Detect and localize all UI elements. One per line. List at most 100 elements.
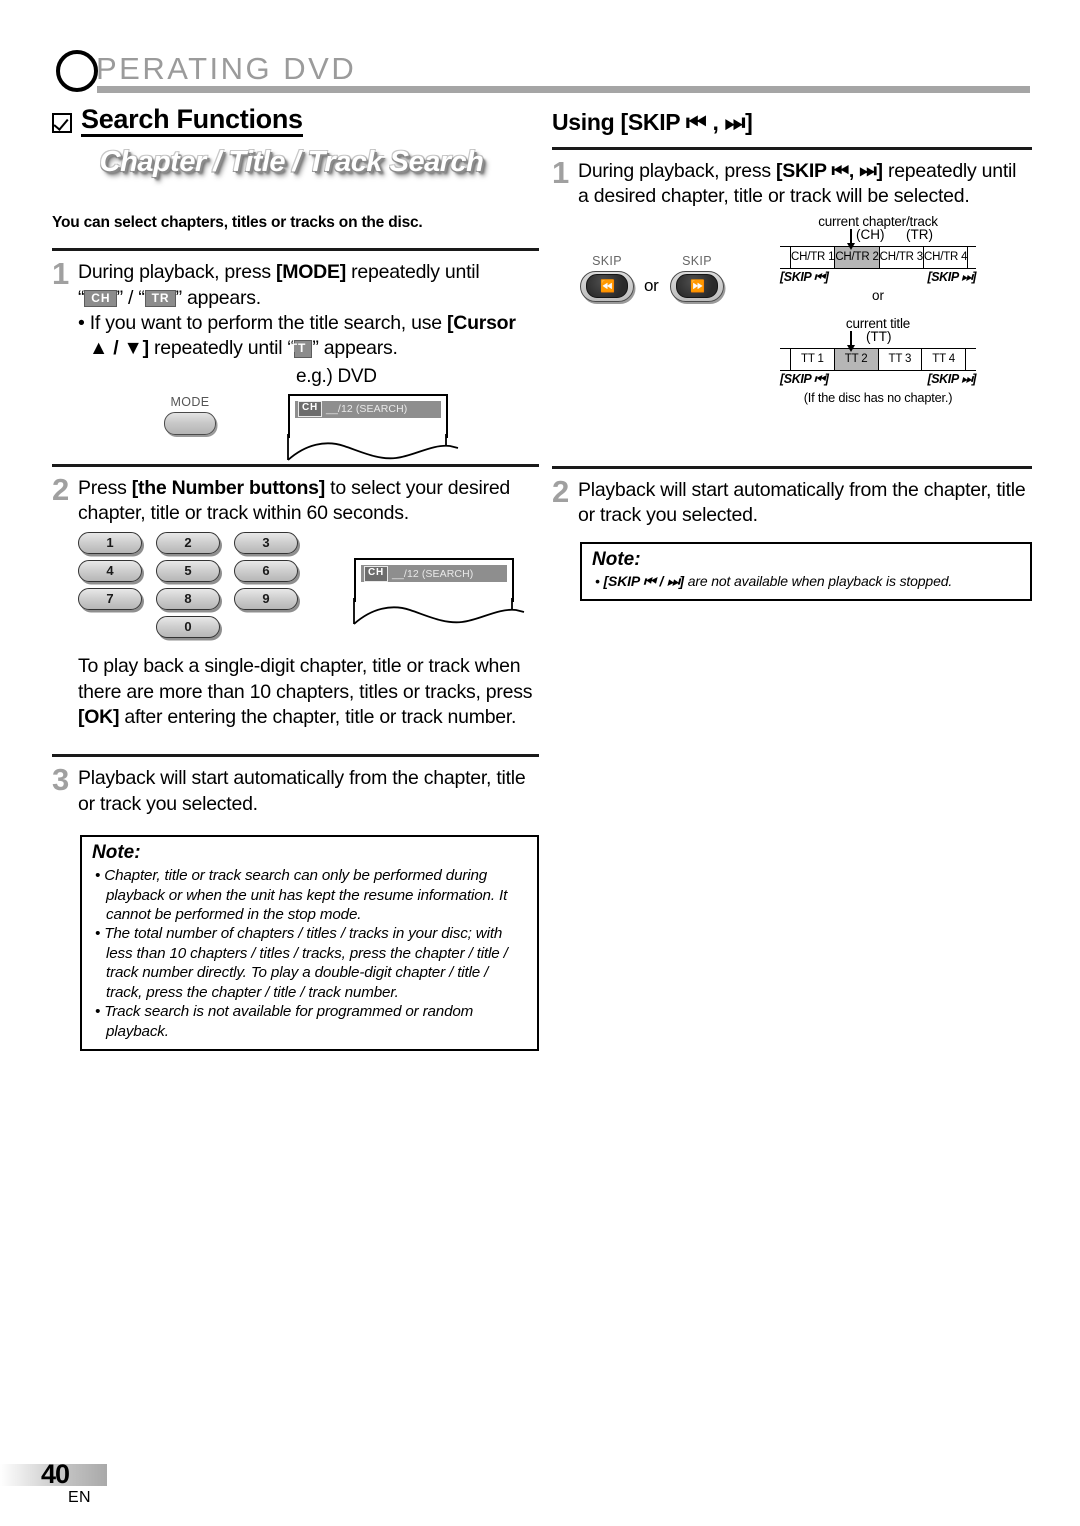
step-1: 1 During playback, press [MODE] repeated…: [52, 256, 539, 361]
single-digit-text-c: after entering the chapter, title or tra…: [119, 706, 517, 729]
step-1-bullet-c: repeatedly until “: [148, 337, 294, 360]
timeline-cell-edge: [966, 349, 976, 370]
skip-or-label: or: [644, 275, 659, 295]
step-1-number: 1: [52, 256, 70, 292]
timeline-title-note: (If the disc has no chapter.): [803, 389, 953, 405]
step-1-key-mode: [MODE]: [276, 261, 347, 284]
right-column: Using [SKIP ⏮ , ⏭] 1 During playback, pr…: [552, 105, 1032, 602]
note-item: • Track search is not available for prog…: [95, 1003, 474, 1040]
step-2-text-line2: chapter, title or track within 60 second…: [78, 502, 409, 525]
timeline-or-label: or: [871, 287, 884, 303]
mode-button[interactable]: [164, 411, 216, 435]
step-2-key-numbers: [the Number buttons]: [131, 476, 325, 499]
right-step-2: 2 Playback will start automatically from…: [552, 476, 1032, 529]
osd-ch-chip-icon: CH: [298, 401, 323, 417]
timeline-chapter-arrow-icon: [847, 228, 855, 250]
skip-forward-button[interactable]: ⏩: [670, 270, 724, 302]
drop-cap-circle-icon: [56, 50, 98, 92]
step-3: 3 Playback will start automatically from…: [52, 762, 539, 817]
number-button-5[interactable]: 5: [156, 560, 220, 583]
note-item-text: Track search is not available for progra…: [104, 1003, 474, 1040]
timeline-chapter-tags: (CH) (TR): [780, 226, 976, 250]
right-step-1: 1 During playback, press [SKIP ⏮, ⏭] rep…: [552, 155, 1032, 210]
timeline-chapter-skip-forward: [SKIP ⏭]: [927, 269, 976, 284]
step-1-text-c: repeatedly until: [346, 261, 480, 284]
osd-ch-chip-icon: CH: [364, 566, 389, 582]
number-pad-row: 1 2 3: [78, 532, 539, 555]
number-button-3[interactable]: 3: [234, 532, 298, 555]
number-button-2[interactable]: 2: [156, 532, 220, 555]
note-box-right: Note: • [SKIP ⏮ / ⏭] are not available w…: [580, 542, 1032, 602]
timeline-cell-tt-4: TT 4: [922, 348, 966, 370]
mode-button-label: MODE: [170, 394, 210, 409]
number-button-6[interactable]: 6: [234, 560, 298, 583]
single-digit-paragraph: To play back a single-digit chapter, tit…: [78, 654, 539, 730]
osd-text-1: __/12 (SEARCH): [326, 403, 408, 416]
note-item: • Chapter, title or track search can onl…: [95, 867, 508, 924]
step-1-quote-end: ” appears.: [175, 286, 262, 309]
number-button-9[interactable]: 9: [234, 588, 298, 611]
number-button-7[interactable]: 7: [78, 588, 142, 611]
timeline-title-tags: (TT): [780, 329, 976, 352]
timeline-chapter-tag-tr: (TR): [906, 226, 933, 242]
right-step-1-number: 1: [552, 155, 570, 190]
number-button-8[interactable]: 8: [156, 588, 220, 611]
tt-chip-icon: TT: [290, 340, 313, 358]
skip-back-label: SKIP: [592, 253, 622, 268]
timeline-chapter-track: current chapter/track (CH) (TR) CH/TR 1 …: [780, 214, 976, 303]
tv-screen-graphic-1: CH __/12 (SEARCH): [287, 393, 459, 461]
note-item-text: The total number of chapters / titles / …: [104, 925, 508, 1001]
page-footer: 40 EN: [0, 1459, 1080, 1526]
timeline-cell-chtr-2: CH/TR 2: [835, 246, 880, 268]
step-1-bullet-a: • If you want to perform the title searc…: [78, 312, 442, 335]
step-1-body: During playback, press [MODE] repeatedly…: [78, 260, 539, 361]
torn-edge-icon: [353, 598, 525, 626]
page-header: PERATING DVD: [0, 0, 1080, 100]
timeline-title-skip-forward: [SKIP ⏭]: [927, 371, 976, 386]
single-digit-text-a: To play back a single-digit chapter, tit…: [78, 655, 533, 703]
skip-back-button[interactable]: ⏪: [580, 270, 634, 302]
osd-bar-2: CH __/12 (SEARCH): [361, 565, 507, 583]
using-skip-heading: Using [SKIP ⏮ , ⏭]: [552, 109, 753, 135]
language-code: EN: [68, 1489, 91, 1506]
right-step-1-line2: a desired chapter, title or track will b…: [578, 185, 970, 208]
divider-rule-3: [52, 754, 539, 758]
timeline-cell-chtr-3: CH/TR 3: [880, 246, 924, 268]
timeline-cell-edge: [780, 348, 791, 370]
note-title: Note:: [592, 549, 641, 571]
header-rule: [97, 86, 1030, 93]
note-item: • [SKIP ⏮ / ⏭] are not available when pl…: [595, 573, 953, 590]
torn-edge-icon: [287, 433, 459, 461]
timeline-cell-chtr-4: CH/TR 4: [924, 246, 969, 268]
step-2-body: Press [the Number buttons] to select you…: [78, 476, 539, 527]
timeline-chapter-skip-back: [SKIP ⏮]: [780, 269, 829, 284]
number-button-0[interactable]: 0: [156, 616, 220, 639]
right-step-2-body: Playback will start automatically from t…: [578, 478, 1026, 527]
timeline-title-bar: TT 1 TT 2 TT 3 TT 4: [780, 347, 976, 371]
divider-rule-2: [52, 463, 539, 467]
osd-bar-1: CH __/12 (SEARCH): [295, 400, 441, 418]
section-banner-label: Chapter / Title / Track Search: [99, 146, 484, 179]
timeline-cell-edge: [780, 246, 791, 268]
section-title: Search Functions: [81, 105, 303, 138]
timeline-cell-tt-3: TT 3: [879, 348, 923, 370]
timeline-chapter-bar: CH/TR 1 CH/TR 2 CH/TR 3 CH/TR 4: [780, 245, 976, 269]
step-3-number: 3: [52, 762, 70, 798]
number-button-1[interactable]: 1: [78, 532, 142, 555]
skip-forward-button-group: SKIP ⏩: [664, 254, 730, 302]
number-button-4[interactable]: 4: [78, 560, 142, 583]
note-item-text: are not available when playback is stopp…: [683, 573, 953, 590]
timeline-title-skip-back: [SKIP ⏮]: [780, 371, 829, 386]
note-title: Note:: [92, 842, 141, 864]
step-2: 2 Press [the Number buttons] to select y…: [52, 474, 539, 527]
skip-diagram-area: SKIP ⏪ or SKIP ⏩ current chapter/track (…: [552, 214, 1032, 464]
timeline-cell-tt-2: TT 2: [834, 348, 879, 370]
divider-rule-r2: [552, 465, 1032, 469]
timeline-chapter-foot: [SKIP ⏮] [SKIP ⏭]: [780, 270, 976, 288]
section-title-row: Search Functions: [52, 105, 539, 138]
note-item-text: Chapter, title or track search can only …: [104, 867, 508, 924]
checked-box-icon: [52, 112, 72, 133]
skip-forward-label: SKIP: [682, 253, 712, 268]
ch-chip-icon: CH: [84, 289, 117, 308]
timeline-cell-tt-1: TT 1: [791, 348, 835, 370]
